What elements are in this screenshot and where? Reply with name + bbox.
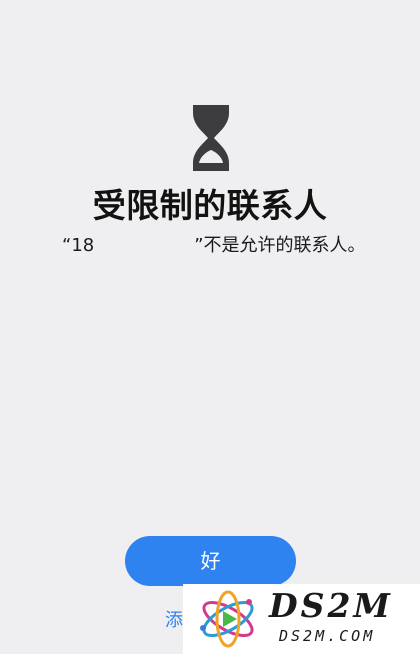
message-suffix: ”不是允许的联系人。 [194, 235, 366, 256]
ok-button[interactable]: 好 [125, 536, 296, 586]
watermark: DS2M DS2M.COM [183, 584, 420, 654]
restriction-message: “18 ”不是允许的联系人。 [62, 231, 382, 261]
watermark-sub-text: DS2M.COM [279, 627, 376, 645]
restricted-contact-screen: 受限制的联系人 “18 ”不是允许的联系人。 好 添 DS2M DS2M.COM [0, 0, 420, 654]
hourglass-icon [193, 105, 229, 171]
add-contact-link[interactable]: 添 [165, 606, 183, 636]
atom-logo-icon [200, 590, 254, 648]
redacted-phone-number [94, 250, 194, 251]
watermark-main-text: DS2M [269, 586, 393, 625]
message-prefix: “18 [62, 235, 95, 256]
page-title: 受限制的联系人 [92, 186, 328, 225]
